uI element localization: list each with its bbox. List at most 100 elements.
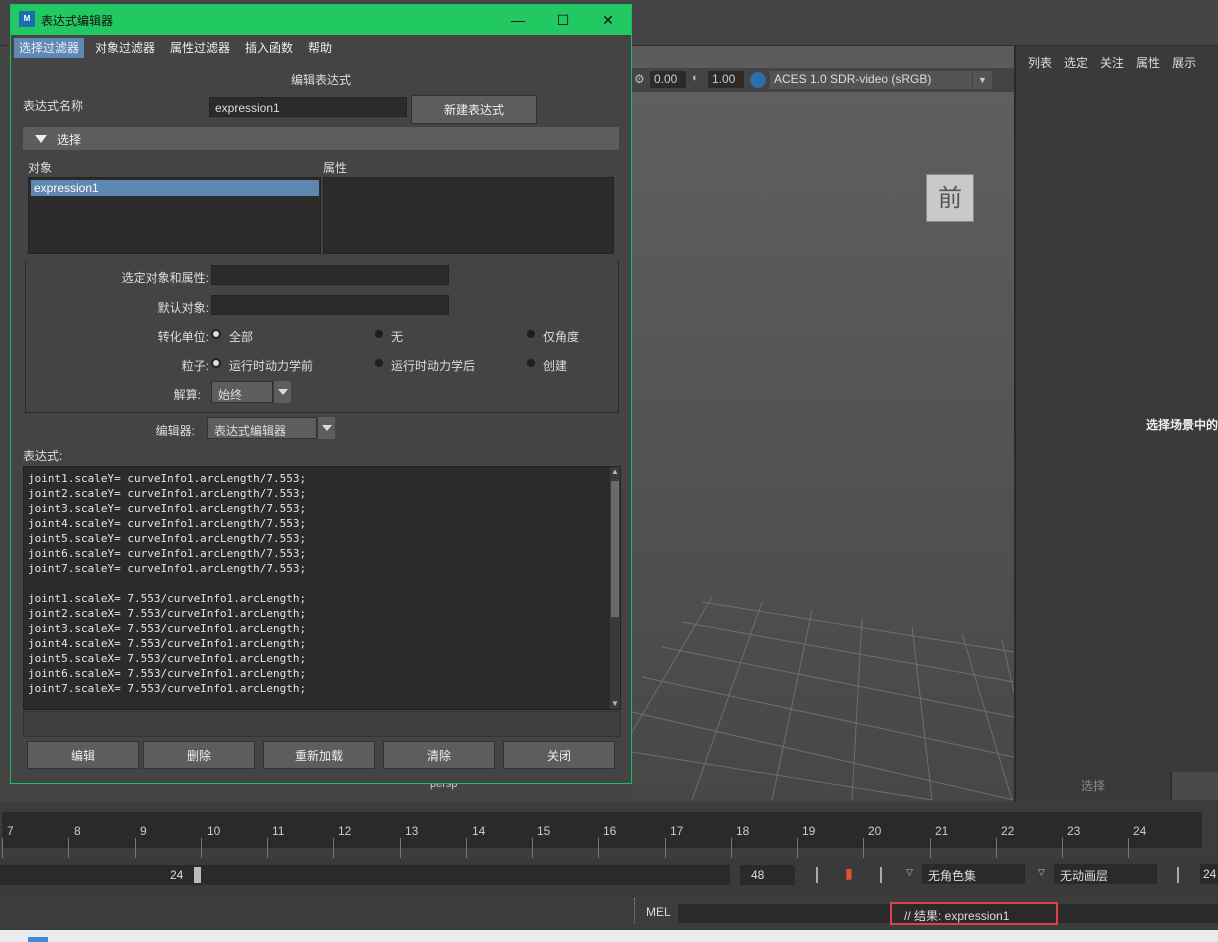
- radio-all[interactable]: [211, 329, 221, 339]
- radio-all-label: 全部: [229, 330, 254, 344]
- chevron-down-icon[interactable]: ▽: [906, 867, 913, 878]
- range-slider[interactable]: 24: [0, 865, 730, 885]
- menu-object-filter[interactable]: 对象过滤器: [90, 38, 160, 58]
- select-section-header[interactable]: 选择: [23, 127, 619, 150]
- expression-code-editor[interactable]: joint1.scaleY= curveInfo1.arcLength/7.55…: [23, 466, 621, 710]
- radio-creation-label: 创建: [543, 359, 568, 373]
- list-item[interactable]: expression1: [31, 180, 319, 196]
- viewport-toolbar: ⚙ 0.00 ◐ 1.00 ACES 1.0 SDR-video (sRGB) …: [632, 68, 1014, 92]
- menu-help[interactable]: 帮助: [303, 38, 337, 58]
- menu-attribute-filter[interactable]: 属性过滤器: [165, 38, 235, 58]
- auto-key-icon[interactable]: ▮: [845, 865, 853, 882]
- gamma-field[interactable]: 1.00: [708, 71, 744, 88]
- frame-tick: [135, 838, 136, 858]
- frame-label: 19: [802, 824, 816, 838]
- scroll-down-icon[interactable]: ▼: [611, 699, 619, 709]
- objects-list[interactable]: expression1: [28, 177, 321, 254]
- frame-label: 22: [1001, 824, 1015, 838]
- expression-name-label: 表达式名称: [23, 99, 84, 113]
- frame-tick: [930, 838, 931, 858]
- editor-label: 编辑器:: [155, 424, 195, 438]
- frame-label: 9: [140, 824, 147, 838]
- evaluation-dropdown[interactable]: 始终: [211, 381, 273, 403]
- frame-tick: [731, 838, 732, 858]
- menu-attributes[interactable]: 属性: [1136, 54, 1160, 74]
- tab-select[interactable]: 选择: [1016, 772, 1170, 800]
- delete-button[interactable]: 删除: [143, 741, 255, 769]
- radio-angular-only[interactable]: [527, 330, 535, 338]
- close-button[interactable]: 关闭: [503, 741, 615, 769]
- key-tick-icon: [1177, 867, 1179, 883]
- character-set-dropdown[interactable]: 无角色集: [922, 864, 1025, 884]
- viewport-panel[interactable]: ⚙ 0.00 ◐ 1.00 ACES 1.0 SDR-video (sRGB) …: [632, 46, 1014, 800]
- maximize-icon[interactable]: ☐: [540, 5, 586, 35]
- radio-none[interactable]: [375, 330, 383, 338]
- menu-focus[interactable]: 关注: [1100, 54, 1124, 74]
- editor-dropdown[interactable]: 表达式编辑器: [207, 417, 317, 439]
- viewcube[interactable]: 前: [926, 174, 974, 222]
- anim-layer-dropdown[interactable]: 无动画层: [1054, 864, 1157, 884]
- frame-tick: [797, 838, 798, 858]
- empty-selection-hint: 选择场景中的: [1146, 418, 1218, 432]
- radio-after-dynamics-label: 运行时动力学后: [391, 359, 476, 373]
- menu-selected[interactable]: 选定: [1064, 54, 1088, 74]
- exposure-field[interactable]: 0.00: [650, 71, 686, 88]
- frame-label: 21: [935, 824, 949, 838]
- radio-after-dynamics[interactable]: [375, 359, 383, 367]
- exposure-icon[interactable]: ⚙: [634, 72, 645, 86]
- radio-creation[interactable]: [527, 359, 535, 367]
- window-titlebar[interactable]: M 表达式编辑器 — ☐ ✕: [11, 5, 631, 35]
- frame-tick: [333, 838, 334, 858]
- gamma-icon[interactable]: ◐: [692, 72, 699, 84]
- viewport-canvas[interactable]: 前: [632, 92, 1014, 800]
- minimize-icon[interactable]: —: [495, 5, 541, 35]
- radio-before-dynamics[interactable]: [211, 358, 221, 368]
- menu-insert-functions[interactable]: 插入函数: [240, 38, 298, 58]
- menu-display[interactable]: 展示: [1172, 54, 1196, 74]
- frame-tick: [532, 838, 533, 858]
- particle-label: 粒子:: [181, 359, 209, 373]
- frame-label: 16: [603, 824, 617, 838]
- frame-tick: [2, 838, 3, 858]
- color-management-icon[interactable]: [750, 72, 766, 88]
- range-end-field[interactable]: 48: [740, 865, 795, 885]
- time-slider-track[interactable]: 7 8 9 10 11 12 13 14 15 16 17 18 19 20 2…: [2, 812, 1202, 858]
- menu-list[interactable]: 列表: [1028, 54, 1052, 74]
- playback-end-field[interactable]: 24: [1200, 864, 1218, 884]
- grip-handle[interactable]: [634, 898, 638, 924]
- chevron-down-icon[interactable]: ▽: [1038, 867, 1045, 878]
- menu-select-filter[interactable]: 选择过滤器: [14, 38, 85, 58]
- reload-button[interactable]: 重新加载: [263, 741, 375, 769]
- edit-button[interactable]: 编辑: [27, 741, 139, 769]
- attributes-list[interactable]: [323, 177, 614, 254]
- expression-code[interactable]: joint1.scaleY= curveInfo1.arcLength/7.55…: [28, 471, 603, 696]
- clear-button[interactable]: 清除: [383, 741, 495, 769]
- outliner-panel: 列表 选定 关注 属性 展示 选择场景中的 选择: [1014, 46, 1218, 802]
- frame-label: 13: [405, 824, 419, 838]
- vertical-scrollbar[interactable]: ▲ ▼: [610, 467, 620, 709]
- mel-label[interactable]: MEL: [646, 905, 671, 919]
- close-icon[interactable]: ✕: [585, 5, 631, 35]
- chevron-down-icon[interactable]: [317, 417, 335, 439]
- frame-label: 11: [272, 824, 285, 838]
- tab-other[interactable]: [1172, 772, 1218, 800]
- radio-before-dynamics-label: 运行时动力学前: [229, 359, 314, 373]
- expression-name-input[interactable]: expression1: [209, 97, 407, 117]
- new-expression-button[interactable]: 新建表达式: [411, 95, 537, 124]
- frame-label: 7: [7, 824, 14, 838]
- time-slider[interactable]: 7 8 9 10 11 12 13 14 15 16 17 18 19 20 2…: [0, 802, 1218, 860]
- chevron-down-icon[interactable]: ▼: [972, 71, 992, 89]
- os-taskbar: [0, 930, 1218, 942]
- scrollbar-thumb[interactable]: [611, 481, 619, 617]
- scroll-up-icon[interactable]: ▲: [611, 467, 619, 477]
- range-slider-handle[interactable]: [194, 867, 201, 883]
- radio-angular-only-label: 仅角度: [543, 330, 580, 344]
- outliner-menu: 列表 选定 关注 属性 展示: [1016, 54, 1218, 74]
- taskbar-app-icon[interactable]: [28, 937, 48, 942]
- selected-obj-attr-field[interactable]: [211, 265, 449, 285]
- default-object-field[interactable]: [211, 295, 449, 315]
- chevron-down-icon[interactable]: [273, 381, 291, 403]
- color-space-dropdown[interactable]: ACES 1.0 SDR-video (sRGB): [770, 71, 992, 89]
- frame-label: 20: [868, 824, 882, 838]
- attributes-label: 属性: [323, 161, 348, 175]
